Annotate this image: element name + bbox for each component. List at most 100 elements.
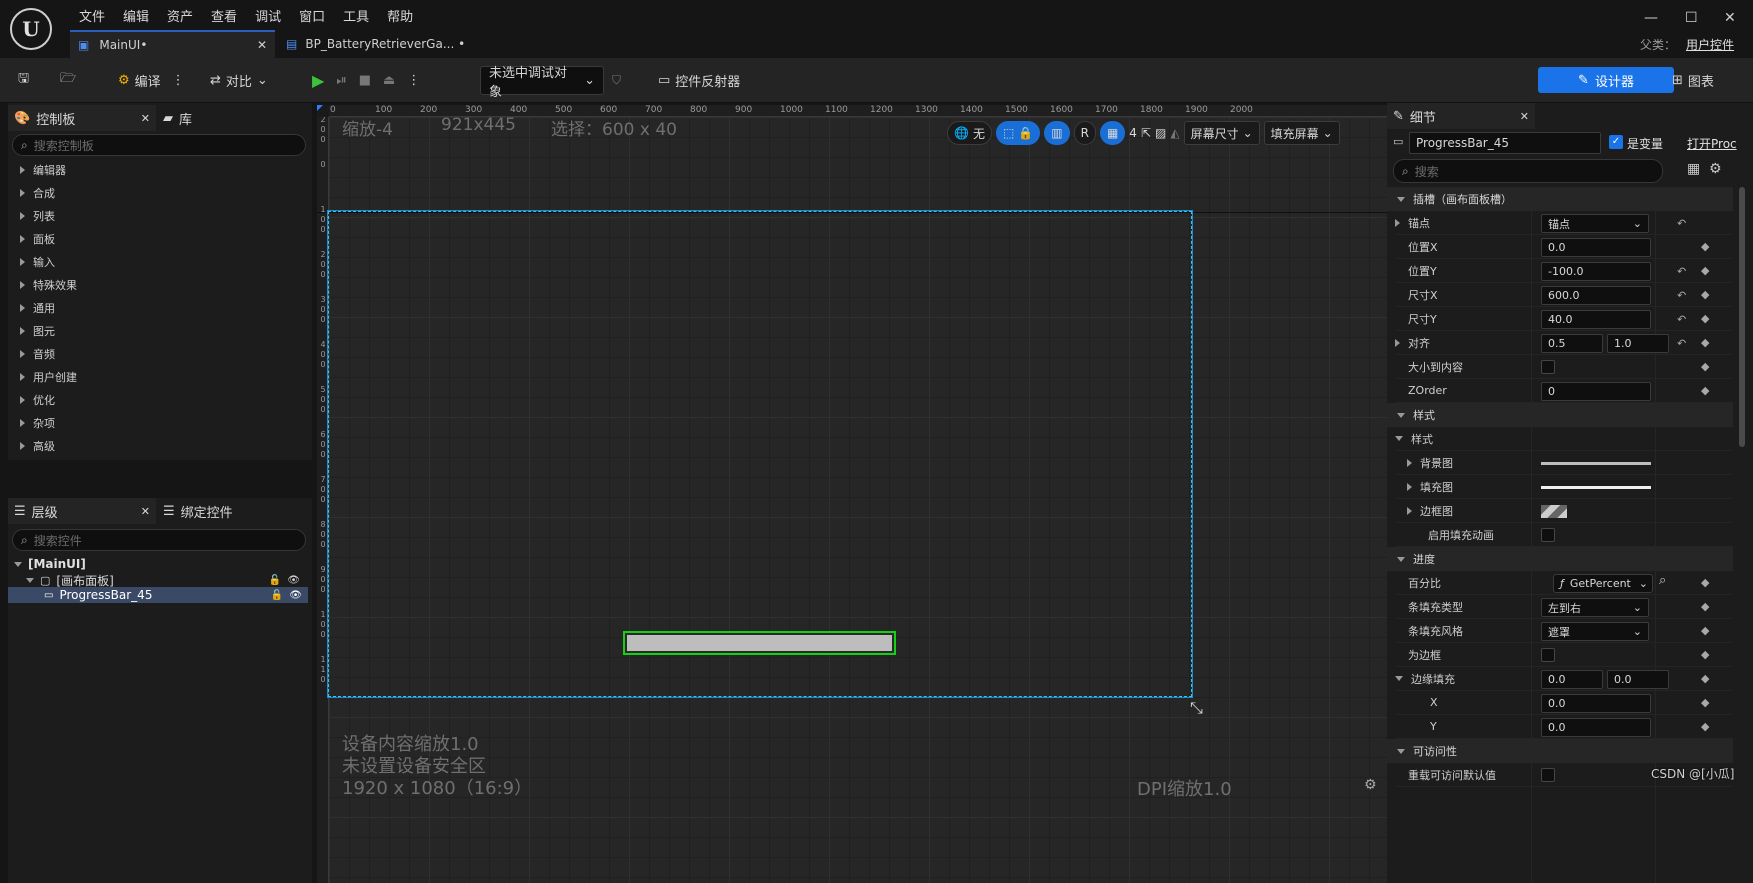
unreal-logo-icon[interactable]: U — [10, 8, 52, 50]
menu-window[interactable]: 窗口 — [290, 4, 334, 27]
diff-button[interactable]: ⇄ 对比 ⌄ — [210, 66, 268, 94]
category-audio[interactable]: 音频 — [20, 346, 55, 362]
lock-icon[interactable]: 🔓 — [269, 575, 281, 586]
is-marquee-checkbox[interactable] — [1541, 648, 1555, 662]
padding-y-sub-input[interactable]: 0.0 — [1541, 718, 1651, 737]
tab-palette[interactable]: 🎨 控制板 ✕ — [8, 105, 156, 131]
menu-file[interactable]: 文件 — [70, 4, 114, 27]
menu-asset[interactable]: 资产 — [158, 4, 202, 27]
pos-x-input[interactable]: 0.0 — [1541, 238, 1651, 257]
padding-y-input[interactable]: 0.0 — [1607, 670, 1669, 689]
keyframe-icon[interactable]: ◆ — [1701, 672, 1709, 685]
lock-icon[interactable]: 🔓 — [271, 590, 283, 601]
keyframe-icon[interactable]: ◆ — [1701, 600, 1709, 613]
designer-viewport[interactable]: 0 100 200 300 400 500 600 700 800 900 1000 1100 1200… — [317, 105, 1387, 883]
tab-mainui[interactable]: ▣ MainUI• ✕ — [70, 30, 275, 58]
step-icon[interactable]: ⏯ — [336, 73, 346, 88]
close-icon[interactable]: ✕ — [257, 38, 267, 52]
stop-icon[interactable]: ■ — [359, 73, 371, 88]
expand-icon[interactable] — [1395, 218, 1400, 227]
bar-fill-style-dropdown[interactable]: 遮罩 ⌄ — [1541, 622, 1649, 641]
tab-details[interactable]: ✎ 细节 ✕ — [1387, 103, 1535, 129]
compile-button[interactable]: ⚙ 编译 ⋮ — [118, 66, 185, 94]
background-image-preview[interactable] — [1541, 462, 1651, 465]
canvas-panel-bounds[interactable] — [327, 210, 1193, 698]
debug-target-dropdown[interactable]: 未选中调试对象 ⌄ — [480, 66, 604, 100]
snap-lock-toggle[interactable]: ⬚ 🔒 — [995, 121, 1041, 145]
category-composite[interactable]: 合成 — [20, 185, 55, 201]
widget-name-input[interactable]: ProgressBar_45 — [1409, 132, 1601, 154]
menu-debug[interactable]: 调试 — [246, 4, 290, 27]
browse-button[interactable]: 🗁 — [60, 66, 76, 94]
category-special-effects[interactable]: 特殊效果 — [20, 277, 77, 293]
marquee-image-preview[interactable] — [1541, 505, 1567, 518]
eye-icon[interactable]: 👁 — [289, 590, 302, 601]
tab-bp-battery[interactable]: ▤ BP_BatteryRetrieverGa... • — [286, 30, 486, 58]
collapse-icon[interactable] — [1395, 676, 1403, 681]
reset-icon[interactable]: ↶ — [1677, 217, 1686, 230]
play-icon[interactable]: ▶ — [312, 71, 324, 90]
eject-icon[interactable]: ⏏ — [383, 73, 395, 88]
details-search-input[interactable]: ⌕ 搜索 — [1393, 159, 1663, 183]
close-window-icon[interactable]: ✕ — [1724, 10, 1736, 26]
padding-x-sub-input[interactable]: 0.0 — [1541, 694, 1651, 713]
close-icon[interactable]: ✕ — [1520, 110, 1529, 123]
table-view-icon[interactable]: ▦ — [1687, 161, 1700, 177]
fill-animation-checkbox[interactable] — [1541, 528, 1555, 542]
tab-hierarchy[interactable]: ☰ 层级 ✕ — [8, 498, 156, 524]
hierarchy-search-input[interactable]: ⌕ 搜索控件 — [12, 529, 306, 551]
size-x-input[interactable]: 600.0 — [1541, 286, 1651, 305]
widget-reflector-button[interactable]: ▭ 控件反射器 — [658, 66, 740, 94]
expand-icon[interactable] — [1395, 338, 1400, 347]
image-icon[interactable]: ▨ — [1155, 126, 1166, 140]
open-class-link[interactable]: 打开Proc — [1687, 135, 1753, 152]
keyframe-icon[interactable]: ◆ — [1701, 312, 1709, 325]
menu-tools[interactable]: 工具 — [334, 4, 378, 27]
settings-gear-icon[interactable]: ⚙ — [1364, 777, 1377, 793]
screen-size-dropdown[interactable]: 屏幕尺寸 ⌄ — [1183, 121, 1260, 145]
category-input[interactable]: 输入 — [20, 254, 55, 270]
override-accessible-checkbox[interactable] — [1541, 768, 1555, 782]
maximize-icon[interactable]: ☐ — [1685, 10, 1698, 26]
keyframe-icon[interactable]: ◆ — [1701, 576, 1709, 589]
keyframe-icon[interactable]: ◆ — [1701, 720, 1709, 733]
grid-snap-toggle[interactable]: ▦ — [1099, 121, 1126, 145]
world-space-toggle[interactable]: 🌐 无 — [947, 121, 992, 145]
more-options-icon[interactable]: ⋮ — [407, 73, 420, 88]
keyframe-icon[interactable]: ◆ — [1701, 696, 1709, 709]
mirror-icon[interactable]: ◭ — [1170, 126, 1179, 140]
more-options-icon[interactable]: ⋮ — [172, 73, 185, 88]
close-icon[interactable]: ✕ — [141, 112, 150, 125]
respect-locks-toggle[interactable]: ▥ — [1044, 121, 1070, 145]
fill-image-preview[interactable] — [1541, 486, 1651, 489]
graph-button[interactable]: ⊞ 图表 — [1672, 66, 1714, 94]
is-variable-checkbox[interactable]: ✓ — [1609, 135, 1623, 149]
debug-filter-icon[interactable]: ⛉ — [612, 73, 621, 88]
section-progress[interactable]: 进度 — [1387, 547, 1733, 571]
designer-button[interactable]: ✎ 设计器 — [1538, 67, 1674, 93]
reset-icon[interactable]: ↶ — [1677, 265, 1686, 278]
keyframe-icon[interactable]: ◆ — [1701, 648, 1709, 661]
category-common[interactable]: 通用 — [20, 300, 55, 316]
menu-edit[interactable]: 编辑 — [114, 4, 158, 27]
close-icon[interactable]: ✕ — [141, 505, 150, 518]
keyframe-icon[interactable]: ◆ — [1701, 264, 1709, 277]
category-optimization[interactable]: 优化 — [20, 392, 55, 408]
eye-icon[interactable]: 👁 — [287, 575, 300, 586]
cursor-icon[interactable]: ⇱ — [1141, 126, 1151, 140]
fill-screen-dropdown[interactable]: 填充屏幕 ⌄ — [1263, 121, 1340, 145]
reset-icon[interactable]: ↶ — [1677, 289, 1686, 302]
expand-icon[interactable] — [1407, 482, 1412, 491]
details-scrollbar[interactable] — [1739, 187, 1745, 447]
tab-bind-widgets[interactable]: ☰ 绑定控件 — [163, 498, 233, 524]
bar-fill-type-dropdown[interactable]: 左到右 ⌄ — [1541, 598, 1649, 617]
keyframe-icon[interactable]: ◆ — [1701, 288, 1709, 301]
minimize-icon[interactable]: — — [1644, 10, 1658, 26]
keyframe-icon[interactable]: ◆ — [1701, 240, 1709, 253]
size-y-input[interactable]: 40.0 — [1541, 310, 1651, 329]
category-misc[interactable]: 杂项 — [20, 415, 55, 431]
align-x-input[interactable]: 0.5 — [1541, 334, 1603, 353]
category-user-created[interactable]: 用户创建 — [20, 369, 77, 385]
category-list[interactable]: 列表 — [20, 208, 55, 224]
menu-help[interactable]: 帮助 — [378, 4, 422, 27]
